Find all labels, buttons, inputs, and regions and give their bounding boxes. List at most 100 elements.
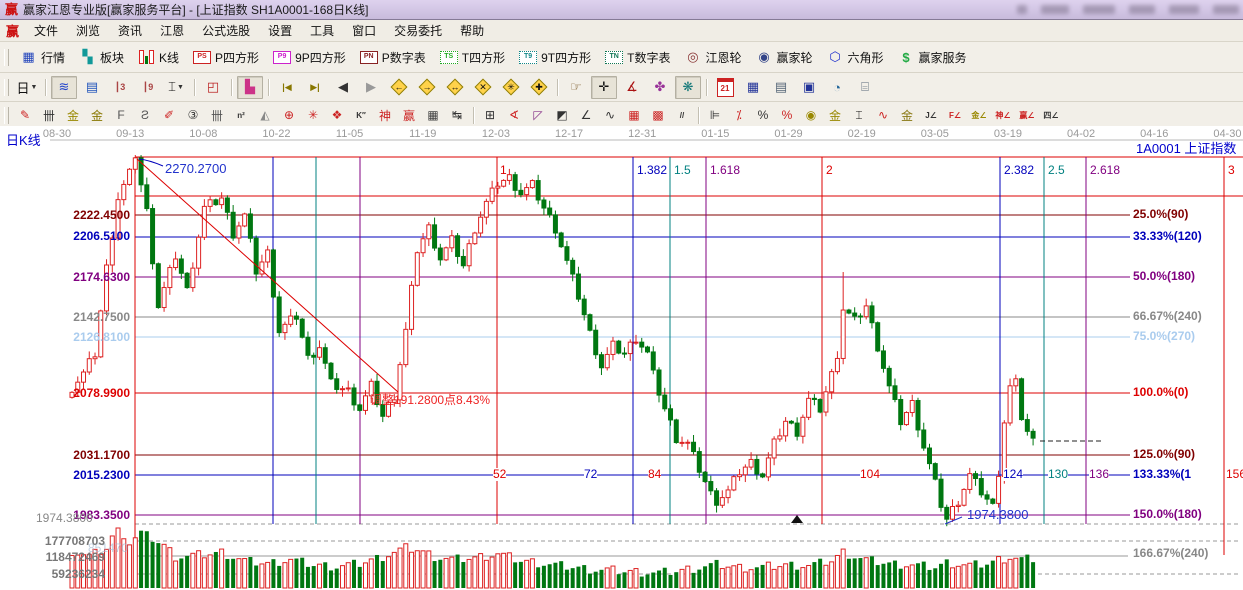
menu-item-news[interactable]: 资讯 [109, 20, 151, 41]
toolbar-button-ying-fan[interactable]: 赢∠ [1016, 105, 1038, 126]
toolbar-button-p-number-table[interactable]: PNP数字表 [353, 47, 433, 68]
menu-item-tools[interactable]: 工具 [301, 20, 343, 41]
toolbar-button-angle-measure[interactable]: ∡ [619, 76, 645, 99]
toolbar-button-hand-drag[interactable]: ☞ [563, 76, 589, 99]
toolbar-button-shen-fan[interactable]: 神∠ [992, 105, 1014, 126]
toolbar-button-fan-box[interactable]: ◸ [527, 105, 549, 126]
toolbar-button-wave-channel[interactable]: ∿ [872, 105, 894, 126]
toolbar-button-mini-chart-3[interactable]: ┃3 [107, 76, 133, 99]
toolbar-button-pattern-tool[interactable]: ✤ [647, 76, 673, 99]
toolbar-button-page-prev[interactable]: ◀ [330, 76, 356, 99]
toolbar-button-fan-red[interactable]: ∢ [503, 105, 525, 126]
toolbar-button-fib-ruler[interactable]: F [110, 105, 132, 126]
toolbar-button-box-tool[interactable]: ⊞ [479, 105, 501, 126]
toolbar-button-j-angle[interactable]: J∠ [920, 105, 942, 126]
toolbar-button-trend-brush[interactable]: ✎ [14, 105, 36, 126]
toolbar-button-circle-cross[interactable]: ⊕ [278, 105, 300, 126]
toolbar-button-t-square[interactable]: TST四方形 [433, 47, 512, 68]
toolbar-button-compress-x[interactable]: ✕ [470, 76, 496, 99]
toolbar-button-tick-ruler-2[interactable]: 卌 [206, 105, 228, 126]
toolbar-button-cycle-circle-3[interactable]: ③ [182, 105, 204, 126]
toolbar-button-zoom-out-x[interactable]: ← [386, 76, 412, 99]
menu-item-trade[interactable]: 交易委托 [385, 20, 451, 41]
toolbar-button-f-angle[interactable]: F∠ [944, 105, 966, 126]
toolbar-button-percent-line[interactable]: % [776, 105, 798, 126]
toolbar-button-candle-style[interactable]: ⌶▼ [163, 76, 189, 99]
toolbar-button-gann-box[interactable]: ◰ [200, 76, 226, 99]
toolbar-button-gold-fan[interactable]: 金∠ [968, 105, 990, 126]
toolbar-button-red-grid-a[interactable]: ▦ [623, 105, 645, 126]
toolbar-button-jump-first[interactable]: |◀ [274, 76, 300, 99]
toolbar-button-overview-map[interactable]: ≋ [51, 76, 77, 99]
toolbar-button-percent[interactable]: % [752, 105, 774, 126]
toolbar-button-market-quotes[interactable]: ▦行情 [13, 47, 72, 68]
toolbar-button-zoom-in-x[interactable]: → [414, 76, 440, 99]
toolbar-button-p9-square[interactable]: P99P四方形 [266, 47, 353, 68]
menu-item-settings[interactable]: 设置 [259, 20, 301, 41]
toolbar-button-winner-wheel[interactable]: ◉赢家轮 [748, 47, 819, 68]
toolbar-button-red-grid-b[interactable]: ▩ [647, 105, 669, 126]
toolbar-button-spiral-tool[interactable]: Ƨ [134, 105, 156, 126]
icon-toolbar: 日▼≋▤┃3┃9⌶▼◰▙|◀▶|◀▶←→↔✕✳✚☞✛∡✤❋21▦▤▣◔⌸ [0, 73, 1243, 102]
toolbar-button-k-second[interactable]: K″ [350, 105, 372, 126]
toolbar-button-jump-last[interactable]: ▶| [302, 76, 328, 99]
toolbar-button-angle-line[interactable]: ∠ [575, 105, 597, 126]
toolbar-button-square-ruler[interactable]: n² [230, 105, 252, 126]
toolbar-button-smart-tool[interactable]: ❋ [675, 76, 701, 99]
toolbar-button-price-scale[interactable]: ⊫ [704, 105, 726, 126]
toolbar-button-ying-ruler[interactable]: 赢 [398, 105, 420, 126]
menu-item-help[interactable]: 帮助 [451, 20, 493, 41]
toolbar-button-candle-mark[interactable]: ⌶ [848, 105, 870, 126]
menu-item-browse[interactable]: 浏览 [67, 20, 109, 41]
toolbar-button-print[interactable]: ⌸ [852, 76, 878, 99]
toolbar-button-reset-scale[interactable]: ✚ [526, 76, 552, 99]
menu-item-gann[interactable]: 江恩 [151, 20, 193, 41]
toolbar-button-gold-level[interactable]: 金 [824, 105, 846, 126]
toolbar-button-number-grid[interactable]: ▦ [422, 105, 444, 126]
toolbar-button-save[interactable]: ▣ [796, 76, 822, 99]
toolbar-button-si-angle[interactable]: 四∠ [1040, 105, 1062, 126]
toolbar-button-percent-slash[interactable]: ⁒ [728, 105, 750, 126]
toolbar-button-width-measure[interactable]: ↹ [446, 105, 468, 126]
toolbar-button-t9-square[interactable]: T99T四方形 [512, 47, 598, 68]
toolbar-button-gann-wheel[interactable]: ◎江恩轮 [677, 47, 748, 68]
toolbar-grip[interactable] [4, 49, 9, 66]
menu-item-window[interactable]: 窗口 [343, 20, 385, 41]
menu-item-formula-select[interactable]: 公式选股 [193, 20, 259, 41]
toolbar-button-fan-square[interactable]: ◩ [551, 105, 573, 126]
toolbar-button-t-number-table[interactable]: TNT数字表 [598, 47, 677, 68]
toolbar-button-expand-all[interactable]: ✳ [498, 76, 524, 99]
toolbar-button-wave-tool[interactable]: ∿ [599, 105, 621, 126]
toolbar-button-crosshair[interactable]: ✛ [591, 76, 617, 99]
toolbar-button-gold-circle[interactable]: ◉ [800, 105, 822, 126]
toolbar-button-gold-ruler-b[interactable]: 金 [86, 105, 108, 126]
toolbar-button-period-day[interactable]: 日▼ [14, 76, 40, 99]
toolbar-button-info-panel[interactable]: ▤ [79, 76, 105, 99]
toolbar-grip[interactable] [4, 107, 9, 124]
toolbar-button-calendar[interactable]: 21 [712, 76, 738, 99]
toolbar-button-shen-ruler[interactable]: 神 [374, 105, 396, 126]
kline-chart-canvas[interactable] [0, 126, 1243, 590]
toolbar-button-winner-service[interactable]: $赢家服务 [891, 47, 974, 68]
toolbar-button-star-grid[interactable]: ❖ [326, 105, 348, 126]
toolbar-button-measure-brush[interactable]: ✐ [158, 105, 180, 126]
toolbar-button-mirror-tool[interactable]: ◭ [254, 105, 276, 126]
toolbar-button-gold-channel[interactable]: 金 [896, 105, 918, 126]
toolbar-button-gold-ruler-a[interactable]: 金 [62, 105, 84, 126]
toolbar-button-timer-chart[interactable]: ◔ [824, 76, 850, 99]
toolbar-button-star-burst[interactable]: ✳ [302, 105, 324, 126]
toolbar-button-p-square[interactable]: PSP四方形 [186, 47, 266, 68]
toolbar-button-sectors[interactable]: ▚板块 [72, 47, 131, 68]
toolbar-button-parallel-lines[interactable]: // [671, 105, 693, 126]
toolbar-grip[interactable] [4, 79, 9, 96]
toolbar-button-colored-volume[interactable]: ▙ [237, 76, 263, 99]
toolbar-button-mini-chart-9[interactable]: ┃9 [135, 76, 161, 99]
toolbar-button-calculator[interactable]: ▦ [740, 76, 766, 99]
toolbar-button-expand-x[interactable]: ↔ [442, 76, 468, 99]
toolbar-button-memo[interactable]: ▤ [768, 76, 794, 99]
toolbar-button-hexagon[interactable]: ⬡六角形 [820, 47, 891, 68]
toolbar-button-kline[interactable]: K线 [131, 47, 186, 68]
toolbar-button-tick-ruler[interactable]: 卌 [38, 105, 60, 126]
menu-item-file[interactable]: 文件 [25, 20, 67, 41]
toolbar-button-page-next[interactable]: ▶ [358, 76, 384, 99]
